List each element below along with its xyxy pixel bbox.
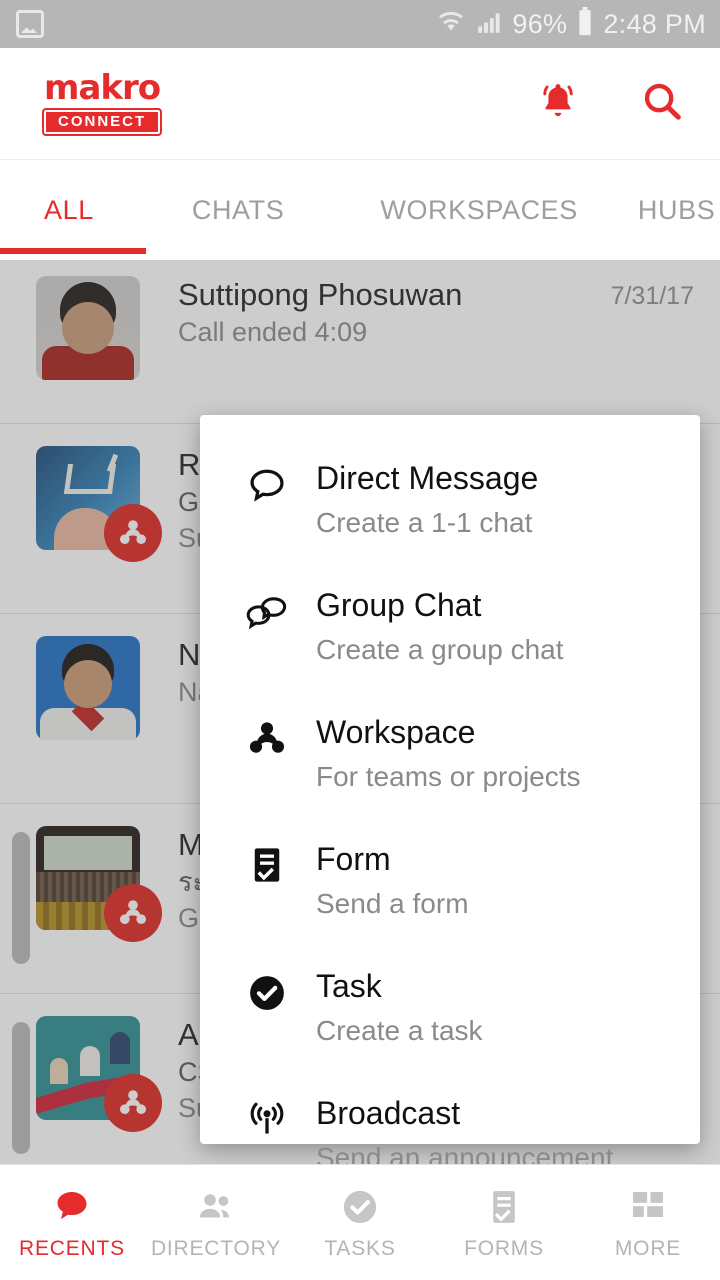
nav-label: FORMS (464, 1236, 544, 1260)
status-bar-left (16, 10, 44, 38)
menu-item-task[interactable]: Task Create a task (200, 965, 700, 1051)
nav-item-recents[interactable]: RECENTS (0, 1185, 144, 1261)
nav-label: TASKS (324, 1236, 396, 1260)
status-bar-clock: 2:48 PM (603, 8, 706, 39)
menu-item-label: Task (316, 968, 382, 1004)
menu-item-label: Workspace (316, 714, 476, 750)
check-circle-icon (339, 1185, 381, 1229)
chat-bubble-icon (238, 457, 296, 509)
app-bar: makro CONNECT (0, 48, 720, 160)
workspace-icon (238, 711, 296, 761)
nav-item-more[interactable]: MORE (576, 1185, 720, 1261)
people-icon (195, 1185, 237, 1229)
nav-item-forms[interactable]: FORMS (432, 1185, 576, 1261)
menu-item-text: Group Chat Create a group chat (296, 584, 564, 670)
menu-item-desc: Create a 1-1 chat (316, 507, 533, 538)
check-circle-icon (238, 965, 296, 1015)
menu-item-label: Direct Message (316, 460, 539, 496)
app-logo: makro CONNECT (42, 68, 163, 136)
signal-bars-icon (474, 9, 504, 40)
nav-label: DIRECTORY (150, 1236, 282, 1260)
menu-item-text: Form Send a form (296, 838, 469, 924)
speech-bubble-icon (51, 1185, 93, 1229)
tab-all[interactable]: ALL (44, 195, 94, 254)
grid-icon (628, 1185, 668, 1229)
wifi-icon (436, 9, 466, 40)
menu-item-form[interactable]: Form Send a form (200, 838, 700, 924)
menu-item-text: Task Create a task (296, 965, 483, 1051)
photo-icon (16, 10, 44, 38)
bell-icon (535, 78, 581, 129)
search-icon (639, 78, 685, 129)
tab-bar: ALL CHATS WORKSPACES HUBS (0, 160, 720, 254)
tab-chats[interactable]: CHATS (192, 195, 285, 254)
status-bar-right: 96% 2:48 PM (436, 6, 706, 42)
battery-percent: 96% (512, 8, 568, 39)
menu-item-group-chat[interactable]: Group Chat Create a group chat (200, 584, 700, 670)
notifications-button[interactable] (534, 80, 582, 128)
nav-item-tasks[interactable]: TASKS (288, 1185, 432, 1261)
menu-item-direct-message[interactable]: Direct Message Create a 1-1 chat (200, 457, 700, 543)
menu-item-label: Form (316, 841, 391, 877)
menu-item-desc: Create a group chat (316, 634, 564, 665)
app-bar-actions (534, 80, 686, 128)
tab-workspaces[interactable]: WORKSPACES (380, 195, 578, 254)
menu-item-workspace[interactable]: Workspace For teams or projects (200, 711, 700, 797)
nav-item-directory[interactable]: DIRECTORY (144, 1185, 288, 1261)
tab-hubs[interactable]: HUBS (638, 195, 715, 254)
create-menu-popup: Direct Message Create a 1-1 chat Group C… (200, 415, 700, 1173)
battery-icon (575, 6, 595, 42)
menu-item-text: Direct Message Create a 1-1 chat (296, 457, 538, 543)
form-icon (238, 838, 296, 886)
bottom-navigation: RECENTS DIRECTORY TASKS FORMS MORE (0, 1164, 720, 1280)
menu-item-desc: For teams or projects (316, 761, 581, 792)
form-icon (484, 1185, 524, 1229)
nav-label: RECENTS (19, 1236, 125, 1260)
menu-item-label: Group Chat (316, 587, 482, 623)
nav-label: MORE (614, 1236, 682, 1260)
broadcast-icon (238, 1092, 296, 1142)
menu-item-label: Broadcast (316, 1095, 461, 1131)
status-bar: 96% 2:48 PM (0, 0, 720, 48)
menu-item-text: Workspace For teams or projects (296, 711, 581, 797)
logo-makro-text: makro (44, 68, 161, 108)
search-button[interactable] (638, 80, 686, 128)
double-chat-bubble-icon (238, 584, 296, 636)
menu-item-desc: Send a form (316, 888, 469, 919)
logo-connect-ribbon: CONNECT (42, 108, 163, 136)
menu-item-desc: Create a task (316, 1015, 483, 1046)
